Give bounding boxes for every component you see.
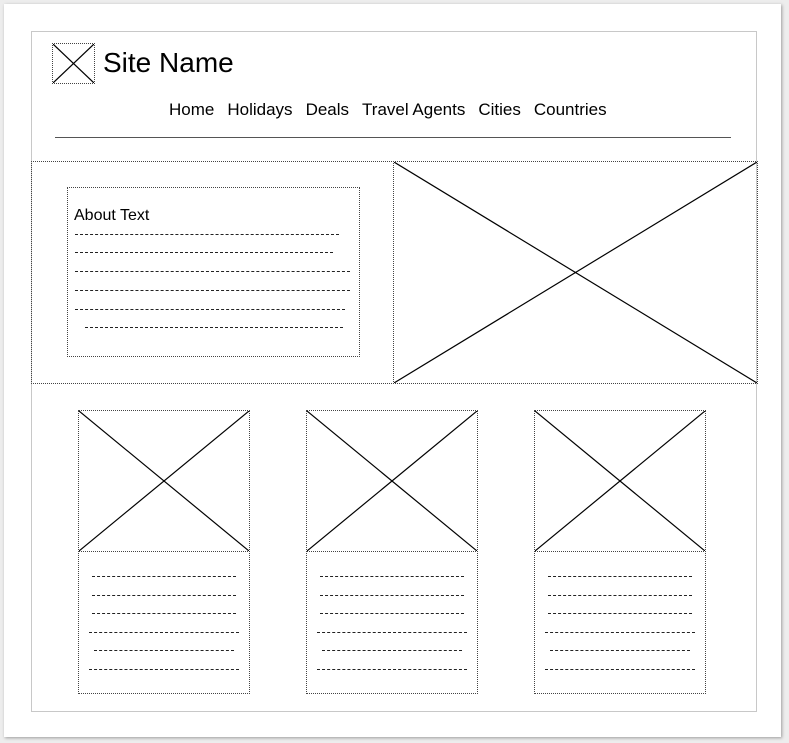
text-line	[320, 613, 464, 614]
text-line	[320, 576, 464, 577]
text-line	[92, 576, 236, 577]
text-line	[548, 595, 692, 596]
card-3-image-placeholder-icon[interactable]	[534, 410, 706, 552]
card-1-image-placeholder-icon[interactable]	[78, 410, 250, 552]
about-text-box: About Text	[67, 187, 360, 357]
text-line	[75, 252, 333, 253]
about-title: About Text	[74, 207, 150, 224]
nav-item-deals[interactable]: Deals	[306, 100, 349, 120]
text-line	[322, 650, 462, 651]
site-name[interactable]: Site Name	[103, 45, 234, 81]
nav-item-travel-agents[interactable]: Travel Agents	[362, 100, 465, 120]
text-line	[92, 613, 236, 614]
card-2-image-placeholder-icon[interactable]	[306, 410, 478, 552]
nav-item-holidays[interactable]: Holidays	[227, 100, 292, 120]
header-divider	[55, 137, 731, 138]
text-line	[317, 632, 467, 633]
text-line	[75, 234, 339, 235]
logo-image-placeholder-icon[interactable]	[52, 43, 95, 84]
hero-image-placeholder-icon[interactable]	[393, 161, 758, 384]
text-line	[92, 595, 236, 596]
nav-item-countries[interactable]: Countries	[534, 100, 607, 120]
text-line	[545, 632, 695, 633]
text-line	[548, 576, 692, 577]
text-line	[75, 309, 345, 310]
text-line	[85, 327, 343, 328]
text-line	[75, 290, 350, 291]
text-line	[75, 271, 350, 272]
text-line	[317, 669, 467, 670]
text-line	[545, 669, 695, 670]
nav-item-home[interactable]: Home	[169, 100, 214, 120]
text-line	[550, 650, 690, 651]
card-2-text-box	[306, 551, 478, 694]
text-line	[320, 595, 464, 596]
main-nav: Home Holidays Deals Travel Agents Cities…	[169, 100, 607, 120]
text-line	[94, 650, 234, 651]
card-3-text-box	[534, 551, 706, 694]
text-line	[89, 632, 239, 633]
text-line	[89, 669, 239, 670]
card-1-text-box	[78, 551, 250, 694]
nav-item-cities[interactable]: Cities	[478, 100, 521, 120]
text-line	[548, 613, 692, 614]
